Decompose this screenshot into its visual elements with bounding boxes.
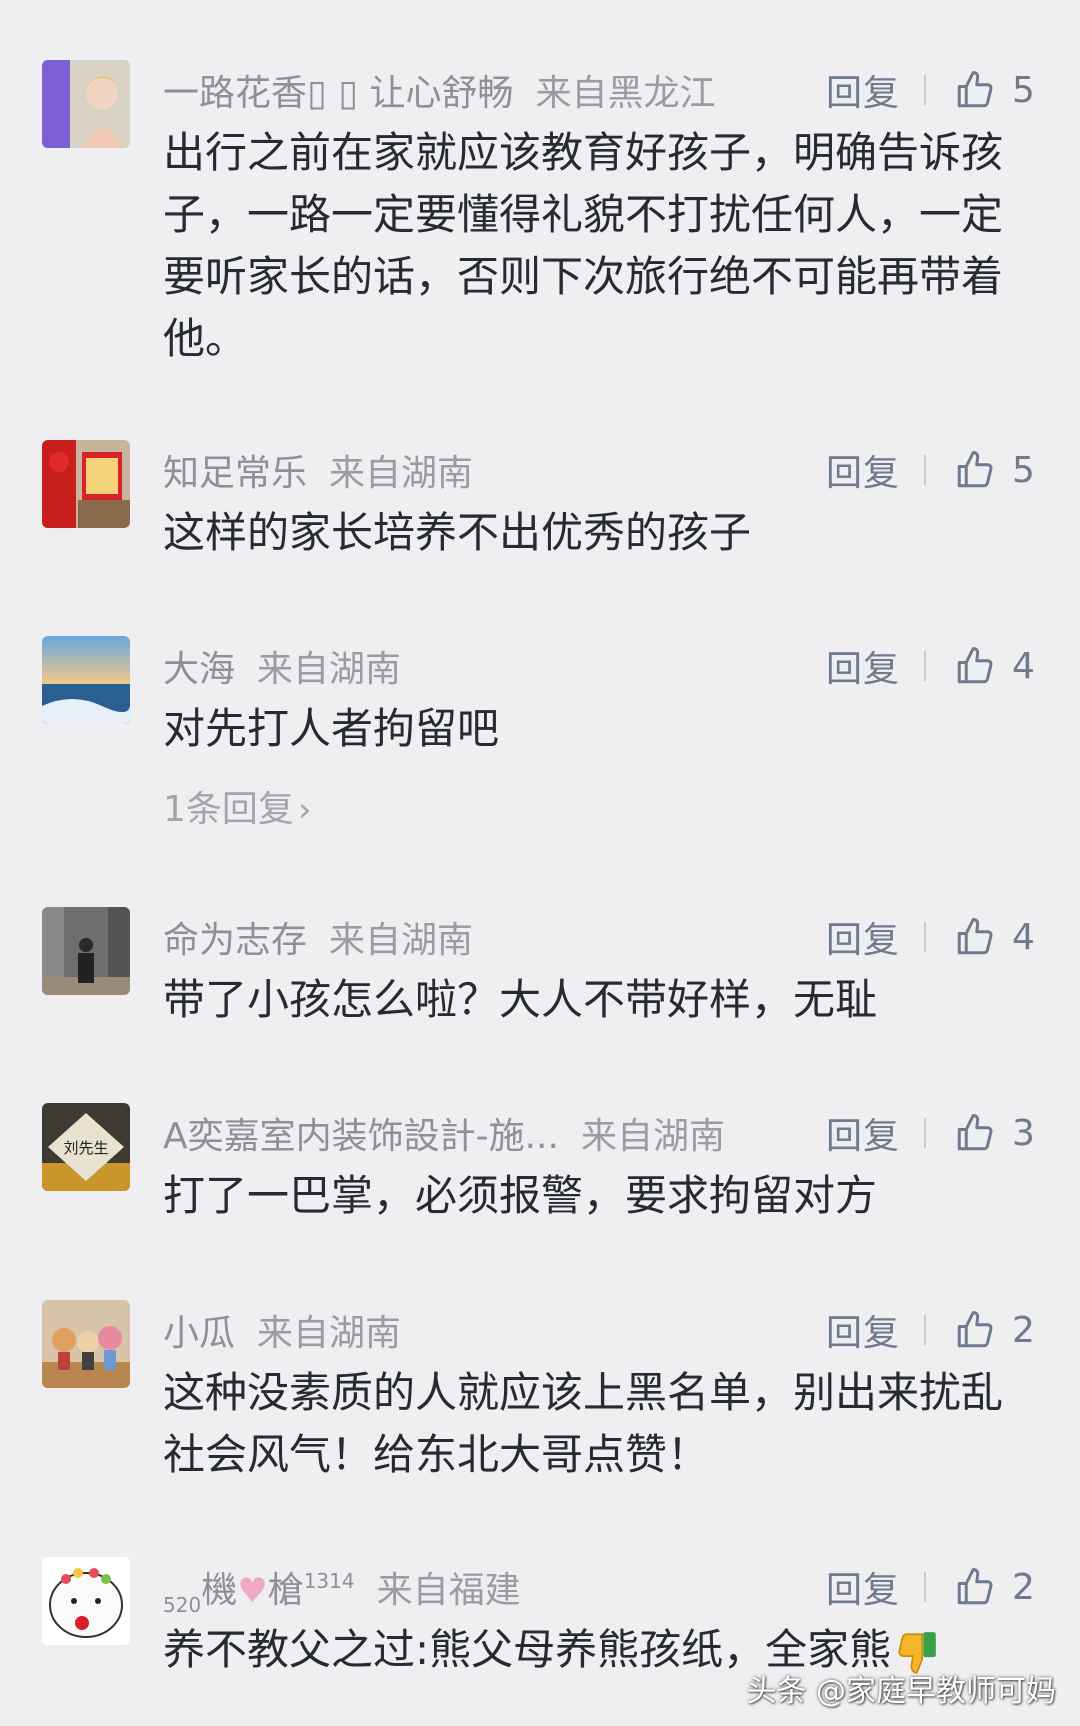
like-count: 4 (1012, 916, 1035, 958)
username[interactable]: 一路花香▯ ▯ 让心舒畅 (163, 64, 514, 116)
like-count: 3 (1012, 1112, 1035, 1154)
thumbs-up-icon (957, 918, 993, 955)
location: 来自湖南 (257, 649, 402, 690)
like-button[interactable]: 4 (954, 645, 1035, 687)
divider (924, 922, 927, 952)
comment-meta: 大海 来自湖南 (163, 636, 401, 696)
location: 来自黑龙江 (535, 73, 716, 114)
like-count: 4 (1012, 645, 1035, 687)
thumbs-up-icon (957, 1114, 993, 1151)
comment-actions: 回复 2 (826, 1300, 1066, 1360)
like-button[interactable]: 5 (954, 69, 1035, 111)
like-button[interactable]: 3 (954, 1112, 1035, 1154)
like-count: 2 (1012, 1566, 1035, 1608)
like-button[interactable]: 4 (954, 916, 1035, 958)
comment-actions: 回复 4 (826, 636, 1066, 696)
avatar[interactable] (42, 636, 130, 724)
view-replies-link[interactable]: 1条回复 › (163, 780, 312, 832)
username[interactable]: 知足常乐 (163, 444, 307, 496)
like-button[interactable]: 2 (954, 1566, 1035, 1608)
comment-meta: 一路花香▯ ▯ 让心舒畅 来自黑龙江 (163, 60, 716, 120)
avatar[interactable]: 刘先生 (42, 1103, 130, 1191)
reply-button[interactable]: 回复 (826, 911, 900, 963)
comment-text: 这样的家长培养不出优秀的孩子 (163, 508, 752, 557)
avatar-text: 刘先生 (63, 1139, 108, 1157)
thumbs-up-icon (957, 71, 993, 108)
divider (924, 1118, 927, 1148)
avatar[interactable] (42, 907, 130, 995)
comment-text: 对先打人者拘留吧 (163, 704, 500, 753)
avatar[interactable] (42, 1300, 130, 1388)
location: 来自湖南 (329, 453, 474, 494)
heart-icon: ♥ (237, 1571, 268, 1611)
username[interactable]: A奕嘉室内装饰設計-施... (163, 1107, 559, 1159)
comment-text: 出行之前在家就应该教育好孩子，明确告诉孩子，一路一定要懂得礼貌不打扰任何人，一定… (163, 128, 1004, 363)
comment-actions: 回复 5 (826, 60, 1066, 120)
comment-actions: 回复 3 (826, 1103, 1066, 1163)
comment-actions: 回复 5 (826, 440, 1066, 500)
divider (924, 651, 927, 681)
comment-meta: 命为志存 来自湖南 (163, 907, 473, 967)
divider (924, 455, 927, 485)
thumbs-up-icon (957, 647, 993, 684)
username[interactable]: 520機♥槍1314 (163, 1561, 355, 1617)
reply-button[interactable]: 回复 (826, 64, 900, 116)
comment-text: 这种没素质的人就应该上黑名单，别出来扰乱社会风气！给东北大哥点赞！ (163, 1368, 1004, 1479)
watermark: 头条 @家庭早教师可妈 (746, 1674, 1056, 1709)
avatar[interactable] (42, 60, 130, 148)
comment-text: 打了一巴掌，必须报警，要求拘留对方 (163, 1171, 878, 1220)
location: 来自福建 (376, 1570, 521, 1611)
like-count: 5 (1012, 69, 1035, 111)
comment-meta: A奕嘉室内装饰設計-施... 来自湖南 (163, 1103, 725, 1163)
like-count: 2 (1012, 1309, 1035, 1351)
location: 来自湖南 (329, 920, 474, 961)
comment-meta: 520機♥槍1314 来自福建 (163, 1557, 521, 1617)
username[interactable]: 命为志存 (163, 911, 307, 963)
reply-button[interactable]: 回复 (826, 640, 900, 692)
comment-actions: 回复 4 (826, 907, 1066, 967)
thumbs-up-icon (957, 451, 993, 488)
username[interactable]: 小瓜 (163, 1304, 235, 1356)
comment-text: 带了小孩怎么啦？大人不带好样，无耻 (163, 975, 878, 1024)
like-button[interactable]: 5 (954, 449, 1035, 491)
avatar[interactable] (42, 1557, 130, 1645)
divider (924, 1572, 927, 1602)
chevron-right-icon: › (297, 790, 312, 830)
comment-meta: 知足常乐 来自湖南 (163, 440, 473, 500)
divider (924, 75, 927, 105)
username[interactable]: 大海 (163, 640, 235, 692)
thumbs-up-icon (957, 1568, 993, 1605)
reply-button[interactable]: 回复 (826, 1561, 900, 1613)
like-count: 5 (1012, 449, 1035, 491)
reply-button[interactable]: 回复 (826, 1304, 900, 1356)
thumbs-up-icon (957, 1311, 993, 1348)
reply-button[interactable]: 回复 (826, 1107, 900, 1159)
location: 来自湖南 (580, 1116, 725, 1157)
comment-meta: 小瓜 来自湖南 (163, 1300, 401, 1360)
divider (924, 1315, 927, 1345)
reply-button[interactable]: 回复 (826, 444, 900, 496)
like-button[interactable]: 2 (954, 1309, 1035, 1351)
location: 来自湖南 (257, 1313, 402, 1354)
comment-actions: 回复 2 (826, 1557, 1066, 1617)
avatar[interactable] (42, 440, 130, 528)
